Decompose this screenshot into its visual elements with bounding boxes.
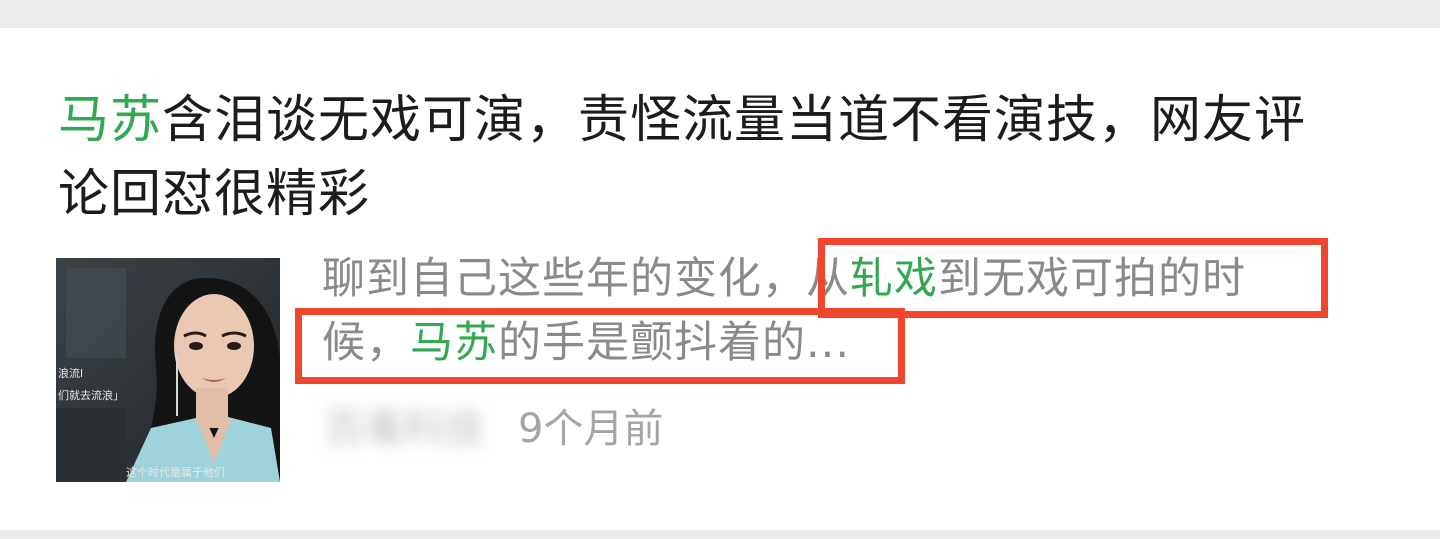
thumbnail-caption: 浪流l 们就去流浪」 (58, 363, 124, 407)
publish-time: 9个月前 (518, 406, 664, 452)
caption-line-2: 们就去流浪」 (58, 389, 124, 402)
news-card[interactable]: 马苏含泪谈无戏可演，责怪流量当道不看演技，网友评论回怼很精彩 浪流l 们就去流浪… (0, 28, 1440, 530)
article-thumbnail[interactable]: 浪流l 们就去流浪」 这个时代是属于他们 (56, 258, 280, 482)
annotation-box-bottom (295, 308, 905, 384)
annotation-box-top (818, 238, 1328, 318)
title-text: 含泪谈无戏可演，责怪流量当道不看演技，网友评论回怼很精彩 (58, 91, 1307, 224)
thumbnail-subtitle: 这个时代是属于他们 (126, 466, 225, 479)
title-keyword-highlight: 马苏 (58, 91, 163, 150)
source-name[interactable]: 百毒科技 (324, 401, 484, 457)
article-title[interactable]: 马苏含泪谈无戏可演，责怪流量当道不看演技，网友评论回怼很精彩 (58, 84, 1358, 232)
caption-line-1: 浪流l (58, 367, 84, 380)
article-meta: 百毒科技 9个月前 (324, 401, 663, 457)
snippet-text-1: 聊到自己这些年的变化，从 (322, 254, 850, 304)
